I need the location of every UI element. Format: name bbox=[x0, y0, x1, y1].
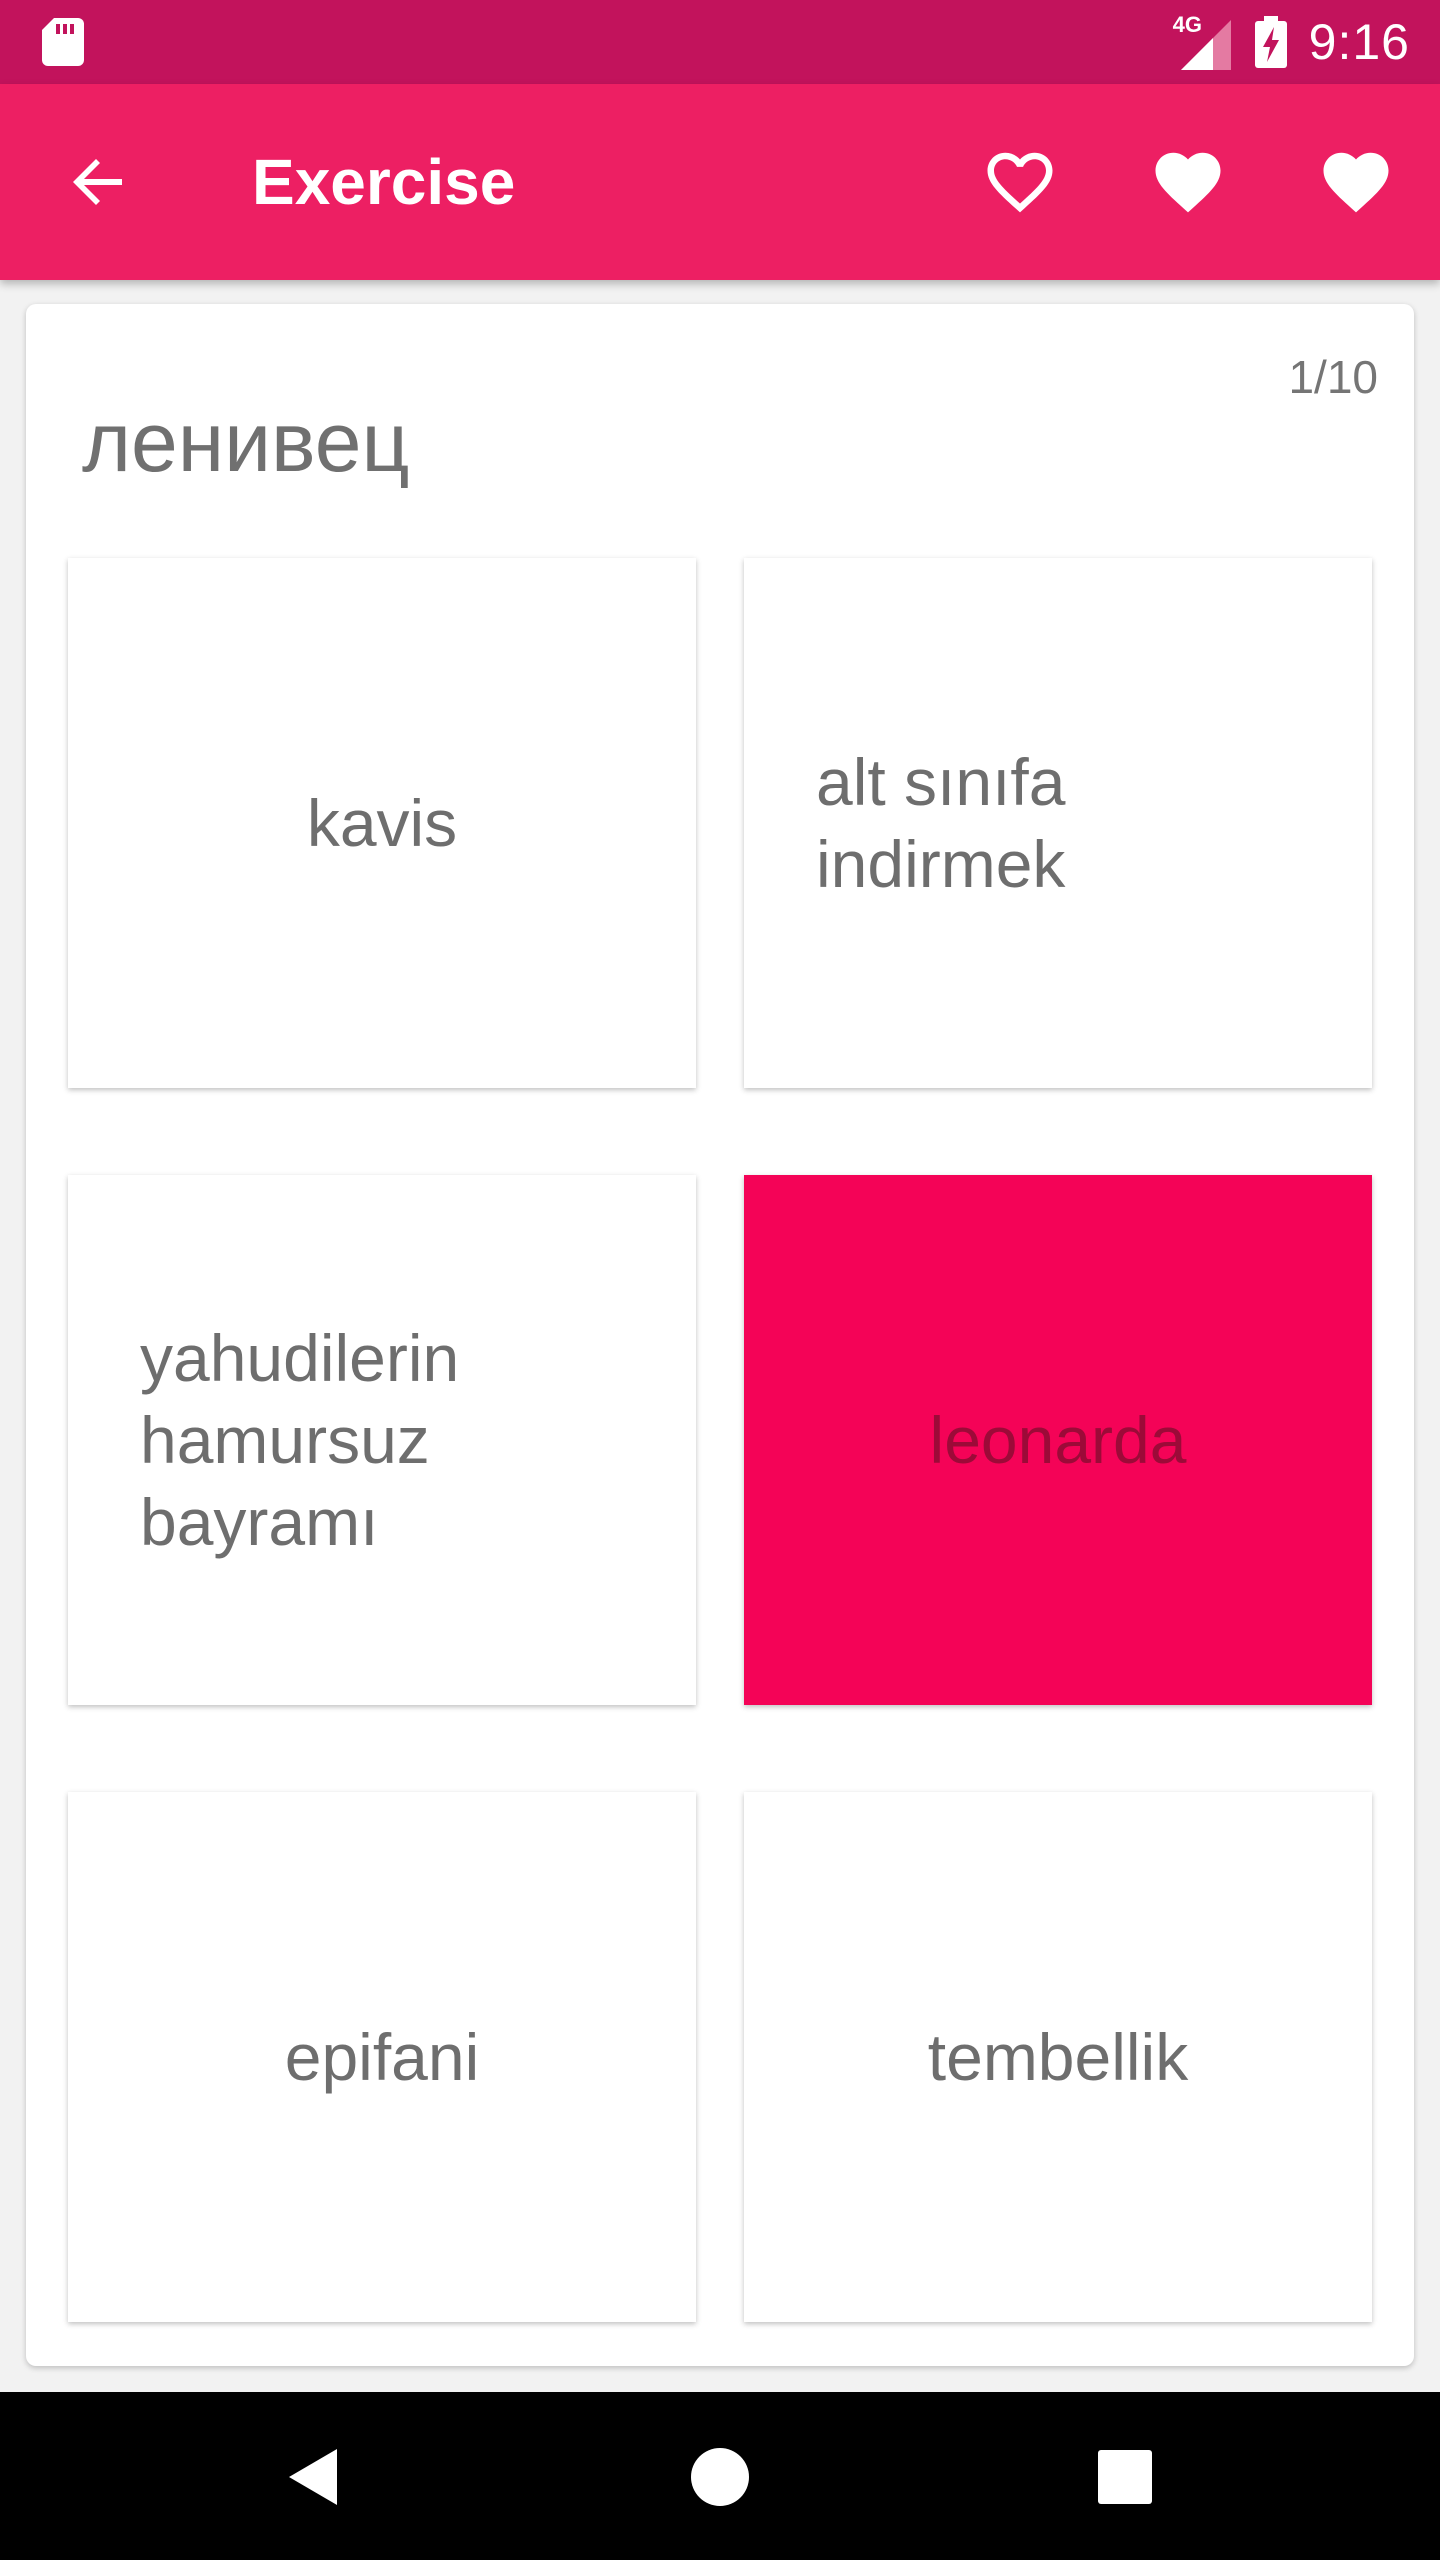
system-navigation-bar bbox=[0, 2392, 1440, 2560]
answer-option-2[interactable]: alt sınıfa indirmek bbox=[744, 558, 1372, 1088]
answer-option-6[interactable]: tembellik bbox=[744, 1792, 1372, 2322]
heart-filled-icon bbox=[1155, 152, 1221, 213]
answer-option-4-selected[interactable]: leonarda bbox=[744, 1175, 1372, 1705]
status-bar: 4G 9:16 bbox=[0, 0, 1440, 84]
battery-charging-icon bbox=[1254, 16, 1287, 68]
exercise-card: 1/10 ленивец kavis alt sınıfa indirmek y… bbox=[26, 304, 1414, 2366]
square-recents-icon bbox=[1098, 2450, 1152, 2504]
answer-option-5[interactable]: epifani bbox=[68, 1792, 696, 2322]
nav-back-button[interactable] bbox=[260, 2422, 370, 2532]
arrow-left-icon bbox=[73, 159, 122, 205]
answer-option-label: epifani bbox=[284, 2020, 480, 2094]
app-bar: Exercise bbox=[0, 84, 1440, 280]
favorite-button-filled-1[interactable] bbox=[1140, 134, 1236, 230]
answer-option-3[interactable]: yahudilerin hamursuz bayramı bbox=[68, 1175, 696, 1705]
heart-filled-icon bbox=[1323, 152, 1389, 213]
answer-option-label: kavis bbox=[306, 786, 458, 860]
answer-option-label: tembellik bbox=[927, 2020, 1189, 2094]
nav-recents-button[interactable] bbox=[1070, 2422, 1180, 2532]
sd-card-icon bbox=[42, 18, 84, 66]
question-counter: 1/10 bbox=[1288, 351, 1378, 403]
answer-option-1[interactable]: kavis bbox=[68, 558, 696, 1088]
triangle-back-icon bbox=[289, 2449, 337, 2505]
page-title: Exercise bbox=[252, 146, 516, 218]
back-button[interactable] bbox=[58, 142, 138, 222]
favorite-button-outline[interactable] bbox=[972, 134, 1068, 230]
favorite-button-filled-2[interactable] bbox=[1308, 134, 1404, 230]
signal-4g-icon: 4G bbox=[1173, 12, 1233, 72]
circle-home-icon bbox=[691, 2448, 749, 2506]
answer-option-label: alt sınıfa indirmek bbox=[816, 745, 1066, 901]
heart-outline-icon bbox=[987, 152, 1053, 213]
clock-time: 9:16 bbox=[1308, 14, 1410, 70]
answer-option-label: leonarda bbox=[929, 1403, 1187, 1477]
question-word: ленивец bbox=[82, 395, 410, 489]
answer-option-label: yahudilerin hamursuz bayramı bbox=[140, 1321, 460, 1559]
nav-home-button[interactable] bbox=[665, 2422, 775, 2532]
